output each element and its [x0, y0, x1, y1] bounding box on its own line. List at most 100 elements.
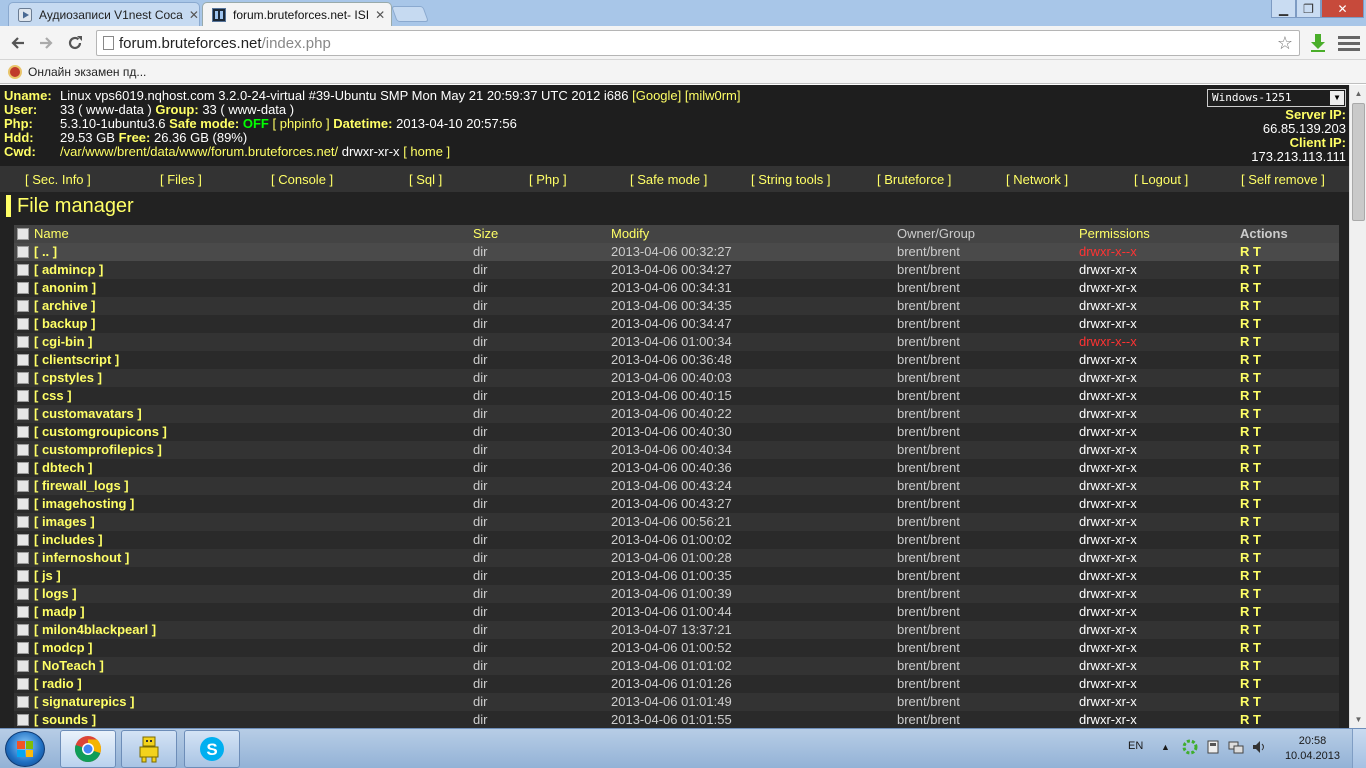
- table-row[interactable]: [ js ] dir 2013-04-06 01:00:35 brent/brent d…: [14, 567, 1339, 585]
- file-name-link[interactable]: [ cgi-bin ]: [34, 333, 93, 351]
- close-tab-icon[interactable]: ✕: [183, 8, 199, 22]
- file-name-link[interactable]: [ modcp ]: [34, 639, 93, 657]
- table-row[interactable]: [ madp ] dir 2013-04-06 01:00:44 brent/bren…: [14, 603, 1339, 621]
- file-permissions[interactable]: drwxr-xr-x: [1079, 261, 1137, 279]
- scrollbar-thumb[interactable]: [1352, 103, 1365, 221]
- file-name-link[interactable]: [ customprofilepics ]: [34, 441, 162, 459]
- table-row[interactable]: [ cpstyles ] dir 2013-04-06 00:40:03 brent/…: [14, 369, 1339, 387]
- table-row[interactable]: [ images ] dir 2013-04-06 00:56:21 brent/br…: [14, 513, 1339, 531]
- scroll-up-icon[interactable]: ▲: [1350, 85, 1366, 102]
- table-row[interactable]: [ dbtech ] dir 2013-04-06 00:40:36 brent/br…: [14, 459, 1339, 477]
- file-permissions[interactable]: drwxr-xr-x: [1079, 405, 1137, 423]
- table-row[interactable]: [ milon4blackpearl ] dir 2013-04-07 13:37:…: [14, 621, 1339, 639]
- file-actions[interactable]: R T: [1240, 279, 1261, 297]
- file-permissions[interactable]: drwxr-xr-x: [1079, 531, 1137, 549]
- table-row[interactable]: [ css ] dir 2013-04-06 00:40:15 brent/brent…: [14, 387, 1339, 405]
- table-row[interactable]: [ admincp ] dir 2013-04-06 00:34:27 brent/b…: [14, 261, 1339, 279]
- menu-safe-mode[interactable]: [ Safe mode ]: [630, 172, 707, 187]
- row-checkbox[interactable]: [17, 696, 29, 708]
- page-scrollbar[interactable]: ▲ ▼: [1349, 85, 1366, 728]
- show-hidden-icons-icon[interactable]: ▲: [1161, 742, 1170, 752]
- row-checkbox[interactable]: [17, 462, 29, 474]
- table-row[interactable]: [ logs ] dir 2013-04-06 01:00:39 brent/bren…: [14, 585, 1339, 603]
- file-actions[interactable]: R T: [1240, 477, 1261, 495]
- file-name-link[interactable]: [ NoTeach ]: [34, 657, 104, 675]
- menu-network[interactable]: [ Network ]: [1006, 172, 1068, 187]
- col-modify[interactable]: Modify: [611, 225, 649, 243]
- file-name-link[interactable]: [ infernoshout ]: [34, 549, 129, 567]
- row-checkbox[interactable]: [17, 588, 29, 600]
- file-permissions[interactable]: drwxr-xr-x: [1079, 477, 1137, 495]
- row-checkbox[interactable]: [17, 498, 29, 510]
- file-actions[interactable]: R T: [1240, 513, 1261, 531]
- minimize-button[interactable]: ▁: [1271, 0, 1296, 18]
- maximize-button[interactable]: ❐: [1296, 0, 1321, 18]
- table-row[interactable]: [ customgroupicons ] dir 2013-04-06 00:40:…: [14, 423, 1339, 441]
- forward-icon[interactable]: [34, 31, 58, 55]
- file-actions[interactable]: R T: [1240, 459, 1261, 477]
- file-permissions[interactable]: drwxr-xr-x: [1079, 711, 1137, 728]
- row-checkbox[interactable]: [17, 570, 29, 582]
- file-permissions[interactable]: drwxr-xr-x: [1079, 693, 1137, 711]
- file-actions[interactable]: R T: [1240, 657, 1261, 675]
- file-name-link[interactable]: [ imagehosting ]: [34, 495, 134, 513]
- home-link[interactable]: [ home ]: [403, 144, 450, 159]
- file-permissions[interactable]: drwxr-xr-x: [1079, 621, 1137, 639]
- address-bar[interactable]: forum.bruteforces.net/index.php ☆: [96, 30, 1300, 56]
- table-row[interactable]: [ includes ] dir 2013-04-06 01:00:02 brent/…: [14, 531, 1339, 549]
- file-name-link[interactable]: [ images ]: [34, 513, 95, 531]
- clock[interactable]: 20:58 10.04.2013: [1285, 734, 1340, 764]
- start-button[interactable]: [5, 731, 45, 767]
- file-permissions[interactable]: drwxr-x--x: [1079, 243, 1137, 261]
- file-actions[interactable]: R T: [1240, 297, 1261, 315]
- file-permissions[interactable]: drwxr-xr-x: [1079, 279, 1137, 297]
- file-actions[interactable]: R T: [1240, 567, 1261, 585]
- row-checkbox[interactable]: [17, 678, 29, 690]
- phpinfo-link[interactable]: [ phpinfo ]: [273, 116, 330, 131]
- table-row[interactable]: [ NoTeach ] dir 2013-04-06 01:01:02 brent/b…: [14, 657, 1339, 675]
- menu-self-remove[interactable]: [ Self remove ]: [1241, 172, 1325, 187]
- file-name-link[interactable]: [ js ]: [34, 567, 61, 585]
- file-permissions[interactable]: drwxr-xr-x: [1079, 459, 1137, 477]
- file-actions[interactable]: R T: [1240, 369, 1261, 387]
- reload-icon[interactable]: [63, 31, 87, 55]
- select-all-checkbox[interactable]: [17, 228, 29, 240]
- file-actions[interactable]: R T: [1240, 315, 1261, 333]
- file-actions[interactable]: R T: [1240, 639, 1261, 657]
- row-checkbox[interactable]: [17, 714, 29, 726]
- row-checkbox[interactable]: [17, 354, 29, 366]
- row-checkbox[interactable]: [17, 552, 29, 564]
- file-permissions[interactable]: drwxr-xr-x: [1079, 657, 1137, 675]
- network-icon[interactable]: [1228, 739, 1244, 758]
- file-name-link[interactable]: [ firewall_logs ]: [34, 477, 129, 495]
- table-row[interactable]: [ archive ] dir 2013-04-06 00:34:35 brent/b…: [14, 297, 1339, 315]
- file-permissions[interactable]: drwxr-xr-x: [1079, 297, 1137, 315]
- file-permissions[interactable]: drwxr-xr-x: [1079, 369, 1137, 387]
- file-name-link[interactable]: [ css ]: [34, 387, 72, 405]
- file-permissions[interactable]: drwxr-xr-x: [1079, 513, 1137, 531]
- file-permissions[interactable]: drwxr-xr-x: [1079, 351, 1137, 369]
- taskbar-skype[interactable]: S: [184, 730, 240, 768]
- back-icon[interactable]: [6, 31, 30, 55]
- table-row[interactable]: [ signaturepics ] dir 2013-04-06 01:01:49 b…: [14, 693, 1339, 711]
- table-row[interactable]: [ anonim ] dir 2013-04-06 00:34:31 brent/br…: [14, 279, 1339, 297]
- row-checkbox[interactable]: [17, 264, 29, 276]
- file-actions[interactable]: R T: [1240, 495, 1261, 513]
- file-name-link[interactable]: [ dbtech ]: [34, 459, 93, 477]
- table-row[interactable]: [ backup ] dir 2013-04-06 00:34:47 brent/br…: [14, 315, 1339, 333]
- file-name-link[interactable]: [ radio ]: [34, 675, 82, 693]
- row-checkbox[interactable]: [17, 282, 29, 294]
- table-row[interactable]: [ clientscript ] dir 2013-04-06 00:36:48 br…: [14, 351, 1339, 369]
- close-window-button[interactable]: ✕: [1321, 0, 1364, 18]
- table-row[interactable]: [ infernoshout ] dir 2013-04-06 01:00:28 br…: [14, 549, 1339, 567]
- menu-sql[interactable]: [ Sql ]: [409, 172, 442, 187]
- file-name-link[interactable]: [ logs ]: [34, 585, 77, 603]
- file-name-link[interactable]: [ clientscript ]: [34, 351, 119, 369]
- file-actions[interactable]: R T: [1240, 549, 1261, 567]
- file-permissions[interactable]: drwxr-xr-x: [1079, 423, 1137, 441]
- file-actions[interactable]: R T: [1240, 711, 1261, 728]
- table-row[interactable]: [ sounds ] dir 2013-04-06 01:01:55 brent/br…: [14, 711, 1339, 728]
- file-name-link[interactable]: [ .. ]: [34, 243, 57, 261]
- row-checkbox[interactable]: [17, 300, 29, 312]
- tray-app-icon[interactable]: [1182, 739, 1198, 758]
